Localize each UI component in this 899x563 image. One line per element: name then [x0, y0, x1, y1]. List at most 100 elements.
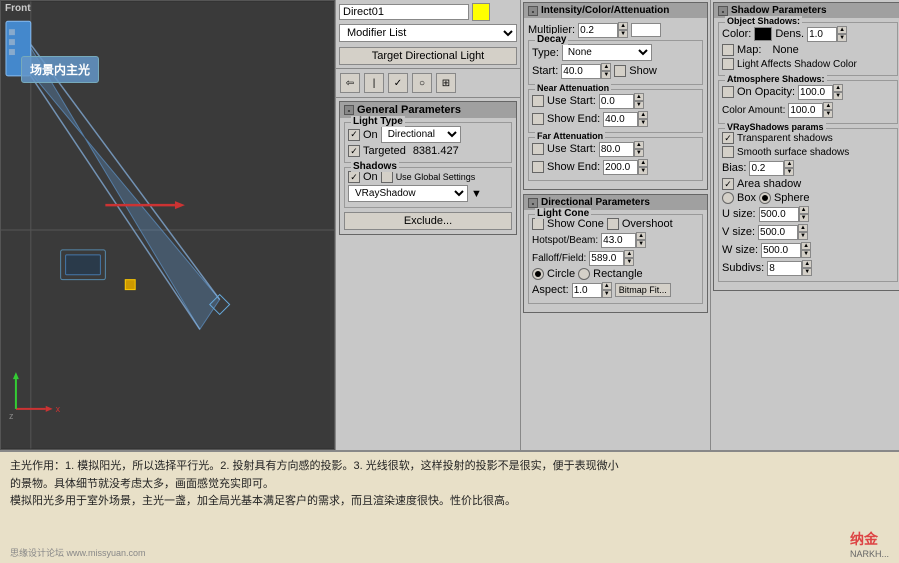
far-use-checkbox[interactable] [532, 143, 544, 155]
target-light-button[interactable]: Target Directional Light [339, 47, 517, 65]
rectangle-radio[interactable] [578, 268, 590, 280]
decay-type-dropdown[interactable]: None [562, 44, 652, 61]
far-show-checkbox[interactable] [532, 161, 544, 173]
logo-text: 纳金 [850, 529, 889, 549]
collapse-btn[interactable]: - [344, 105, 354, 115]
light-on-label: On [363, 129, 378, 141]
atm-opacity-down[interactable]: ▼ [833, 92, 843, 100]
vray-shadows-label: VRayShadows params [725, 122, 826, 132]
v-size-down[interactable]: ▼ [798, 232, 808, 240]
near-start-up[interactable]: ▲ [634, 93, 644, 101]
bias-up[interactable]: ▲ [784, 160, 794, 168]
v-size-field[interactable] [758, 225, 798, 240]
aspect-field[interactable] [572, 283, 602, 298]
color-swatch[interactable] [472, 3, 490, 21]
atm-opacity-up[interactable]: ▲ [833, 84, 843, 92]
exclude-button[interactable]: Exclude... [344, 212, 512, 230]
near-end-field[interactable] [603, 112, 638, 127]
shadow-collapse-btn[interactable]: - [718, 6, 728, 16]
toolbar-icon-2[interactable]: | [364, 73, 384, 93]
light-on-checkbox[interactable] [348, 129, 360, 141]
bias-down[interactable]: ▼ [784, 168, 794, 176]
light-type-dropdown[interactable]: Directional [381, 126, 461, 143]
box-radio[interactable] [722, 192, 734, 204]
toolbar-icon-3[interactable]: ✓ [388, 73, 408, 93]
hotspot-field[interactable] [601, 233, 636, 248]
decay-start-field[interactable] [561, 64, 601, 79]
far-start-up[interactable]: ▲ [634, 141, 644, 149]
u-size-down[interactable]: ▼ [799, 214, 809, 222]
intensity-header: - Intensity/Color/Attenuation [524, 3, 707, 18]
shadows-on-checkbox[interactable] [348, 171, 360, 183]
modifier-list-dropdown[interactable]: Modifier List [339, 24, 517, 42]
light-affects-checkbox[interactable] [722, 58, 734, 70]
hotspot-up[interactable]: ▲ [636, 232, 646, 240]
far-start-down[interactable]: ▼ [634, 149, 644, 157]
aspect-label: Aspect: [532, 284, 569, 296]
subdivs-up[interactable]: ▲ [802, 260, 812, 268]
far-end-field[interactable] [603, 160, 638, 175]
falloff-field[interactable] [589, 251, 624, 266]
bitmap-fit-button[interactable]: Bitmap Fit... [615, 283, 671, 297]
u-size-field[interactable] [759, 207, 799, 222]
use-global-checkbox[interactable] [381, 171, 393, 183]
multiplier-down[interactable]: ▼ [618, 30, 628, 38]
falloff-up[interactable]: ▲ [624, 250, 634, 258]
decay-start-row: Start: ▲▼ Show [532, 63, 699, 79]
near-start-field[interactable] [599, 94, 634, 109]
decay-show-checkbox[interactable] [614, 65, 626, 77]
aspect-down[interactable]: ▼ [602, 290, 612, 298]
show-cone-checkbox[interactable] [532, 218, 544, 230]
subdivs-label: Subdivs: [722, 262, 764, 274]
v-size-up[interactable]: ▲ [798, 224, 808, 232]
subdivs-field[interactable] [767, 261, 802, 276]
circle-radio[interactable] [532, 268, 544, 280]
intensity-color-swatch[interactable] [631, 23, 661, 37]
svg-text:z: z [9, 411, 14, 421]
w-size-down[interactable]: ▼ [801, 250, 811, 258]
shadow-type-dropdown[interactable]: VRayShadow [348, 185, 468, 202]
dens-down[interactable]: ▼ [837, 34, 847, 42]
atm-color-up[interactable]: ▲ [823, 102, 833, 110]
dens-field[interactable] [807, 27, 837, 42]
far-end-down[interactable]: ▼ [638, 167, 648, 175]
multiplier-up[interactable]: ▲ [618, 22, 628, 30]
overshoot-checkbox[interactable] [607, 218, 619, 230]
transparent-checkbox[interactable] [722, 132, 734, 144]
toolbar-icon-4[interactable]: ○ [412, 73, 432, 93]
sphere-radio[interactable] [759, 192, 771, 204]
smooth-checkbox[interactable] [722, 146, 734, 158]
intensity-collapse-btn[interactable]: - [528, 6, 538, 16]
dens-up[interactable]: ▲ [837, 26, 847, 34]
directional-collapse-btn[interactable]: - [528, 198, 538, 208]
w-size-up[interactable]: ▲ [801, 242, 811, 250]
hotspot-down[interactable]: ▼ [636, 240, 646, 248]
near-show-checkbox[interactable] [532, 113, 544, 125]
near-start-down[interactable]: ▼ [634, 101, 644, 109]
near-end-up[interactable]: ▲ [638, 111, 648, 119]
falloff-down[interactable]: ▼ [624, 258, 634, 266]
atm-color-field[interactable] [788, 103, 823, 118]
far-start-field[interactable] [599, 142, 634, 157]
decay-start-up[interactable]: ▲ [601, 63, 611, 71]
bias-field[interactable] [749, 161, 784, 176]
near-use-checkbox[interactable] [532, 95, 544, 107]
targeted-checkbox[interactable] [348, 145, 360, 157]
far-end-up[interactable]: ▲ [638, 159, 648, 167]
decay-start-down[interactable]: ▼ [601, 71, 611, 79]
toolbar-icon-1[interactable]: ⇦ [340, 73, 360, 93]
object-name-input[interactable] [339, 4, 469, 20]
w-size-field[interactable] [761, 243, 801, 258]
multiplier-input[interactable] [578, 23, 618, 38]
shadow-color-swatch[interactable] [754, 27, 772, 41]
map-checkbox[interactable] [722, 44, 734, 56]
subdivs-down[interactable]: ▼ [802, 268, 812, 276]
aspect-up[interactable]: ▲ [602, 282, 612, 290]
atm-on-checkbox[interactable] [722, 86, 734, 98]
near-end-down[interactable]: ▼ [638, 119, 648, 127]
area-shadow-checkbox[interactable] [722, 178, 734, 190]
atm-color-down[interactable]: ▼ [823, 110, 833, 118]
u-size-up[interactable]: ▲ [799, 206, 809, 214]
toolbar-icon-5[interactable]: ⊞ [436, 73, 456, 93]
atm-opacity-field[interactable] [798, 85, 833, 100]
